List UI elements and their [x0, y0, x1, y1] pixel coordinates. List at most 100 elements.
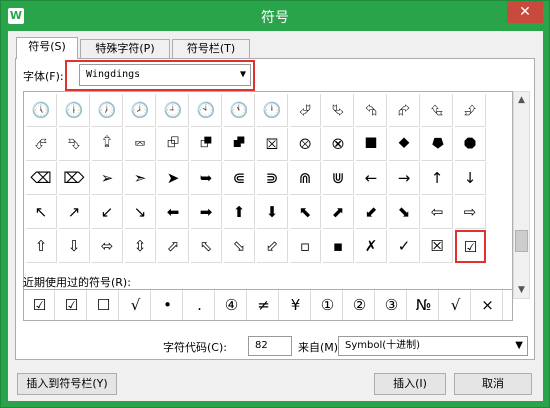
symbol-cell[interactable]: ⮸ [92, 128, 123, 161]
recent-symbol-cell[interactable]: ④ [217, 290, 247, 320]
recent-symbol-cell[interactable]: × [473, 290, 503, 320]
insert-button[interactable]: 插入(I) [374, 373, 446, 395]
symbol-cell[interactable]: ⬁ [191, 230, 222, 263]
symbol-cell[interactable]: ↗ [59, 196, 90, 229]
symbol-cell[interactable]: ➢ [92, 162, 123, 195]
symbol-cell[interactable]: ⮻ [191, 128, 222, 161]
symbol-cell[interactable]: ⬇ [257, 196, 288, 229]
symbol-cell[interactable]: ⋑ [257, 162, 288, 195]
recent-symbol-cell[interactable]: √ [121, 290, 151, 320]
symbol-cell[interactable]: ⬀ [158, 230, 189, 263]
symbol-cell[interactable]: ⮷ [59, 128, 90, 161]
symbol-cell[interactable]: ⮼ [224, 128, 255, 161]
recent-symbol-cell[interactable]: √ [441, 290, 471, 320]
symbol-cell[interactable]: ⬂ [224, 230, 255, 263]
symbol-cell[interactable]: ⮽ [257, 128, 288, 161]
grid-scrollbar[interactable]: ▲ ▼ [513, 91, 530, 299]
symbol-grid[interactable]: 🕔 🕕 🕖 🕗 🕘 🕙 🕚 🕛 ⮰ ⮱ ⮲ ⮳ ⮴ ⮵ ⮶ ⮷ ⮸ ⮹ ⮺ ⮻ ⮼ ⮽ ⮾ ⮿ ⯀ ⯁ ⯂ ⯃ ⌫ ⌦ ➢ ➣ ➤ ➥ ⋐ ⋑ ⋒ ⋓ ← →… [23, 91, 513, 299]
recent-symbol-cell[interactable]: ① [313, 290, 343, 320]
cancel-button[interactable]: 取消 [454, 373, 532, 395]
recent-symbol-cell[interactable]: ③ [377, 290, 407, 320]
symbol-cell[interactable]: ⯃ [455, 128, 486, 161]
symbol-cell[interactable]: ⮳ [389, 94, 420, 127]
tab-symbol-bar[interactable]: 符号栏(T) [172, 39, 250, 59]
symbol-cell[interactable]: ➤ [158, 162, 189, 195]
symbol-cell[interactable]: 🕖 [92, 94, 123, 127]
symbol-cell[interactable]: ← [356, 162, 387, 195]
symbol-cell[interactable]: ⋓ [323, 162, 354, 195]
close-button[interactable]: ✕ [507, 1, 543, 23]
symbol-cell[interactable]: ⮹ [125, 128, 156, 161]
symbol-cell[interactable]: 🕕 [59, 94, 90, 127]
tab-special-chars[interactable]: 特殊字符(P) [80, 39, 170, 59]
char-code-input[interactable]: 82 [248, 336, 292, 356]
symbol-cell[interactable]: ⇳ [125, 230, 156, 263]
symbol-cell[interactable]: ⮺ [158, 128, 189, 161]
symbol-cell[interactable]: ⮰ [290, 94, 321, 127]
symbol-cell[interactable]: ⇨ [455, 196, 486, 229]
tab-symbols[interactable]: 符号(S) [16, 37, 78, 59]
scroll-thumb[interactable] [515, 230, 528, 252]
symbol-cell[interactable]: 🕛 [257, 94, 288, 127]
recent-symbol-cell[interactable]: № [409, 290, 439, 320]
from-select[interactable]: Symbol(十进制) ▼ [338, 336, 528, 356]
symbol-cell[interactable]: ↖ [26, 196, 57, 229]
symbol-cell[interactable]: ⮾ [290, 128, 321, 161]
symbol-cell[interactable]: 🕙 [191, 94, 222, 127]
symbol-cell[interactable]: ⯁ [389, 128, 420, 161]
recent-symbol-cell[interactable]: ☑ [25, 290, 55, 320]
recent-symbol-cell[interactable]: ☐ [89, 290, 119, 320]
symbol-cell[interactable]: ➥ [191, 162, 222, 195]
symbol-cell[interactable]: ⇦ [422, 196, 453, 229]
symbol-cell[interactable]: ➣ [125, 162, 156, 195]
insert-to-bar-button[interactable]: 插入到符号栏(Y) [17, 373, 117, 395]
recent-symbol-cell[interactable]: ☑ [57, 290, 87, 320]
symbol-cell[interactable]: ⬈ [323, 196, 354, 229]
symbol-cell[interactable]: 🕚 [224, 94, 255, 127]
symbol-cell-selected[interactable]: ☑ [455, 230, 486, 263]
scroll-down-icon[interactable]: ▼ [514, 282, 529, 298]
symbol-cell[interactable]: ⬅ [158, 196, 189, 229]
symbol-cell[interactable]: ⋒ [290, 162, 321, 195]
symbol-cell[interactable]: ⯂ [422, 128, 453, 161]
symbol-cell[interactable]: ⋐ [224, 162, 255, 195]
symbol-cell[interactable]: ▪ [323, 230, 354, 263]
symbol-cell[interactable]: ☒ [422, 230, 453, 263]
recent-symbol-cell[interactable]: . [185, 290, 215, 320]
symbol-cell[interactable]: ⌫ [26, 162, 57, 195]
symbol-cell[interactable]: ⮿ [323, 128, 354, 161]
symbol-cell[interactable]: ⬃ [257, 230, 288, 263]
symbol-cell[interactable]: ⬊ [389, 196, 420, 229]
symbol-cell[interactable]: ⮶ [26, 128, 57, 161]
symbol-cell[interactable]: ✗ [356, 230, 387, 263]
symbol-cell[interactable]: ↑ [422, 162, 453, 195]
scroll-up-icon[interactable]: ▲ [514, 92, 529, 108]
symbol-cell[interactable]: ⮵ [455, 94, 486, 127]
symbol-cell[interactable]: ⇩ [59, 230, 90, 263]
symbol-cell[interactable]: ⬋ [356, 196, 387, 229]
recent-symbol-cell[interactable]: ¥ [281, 290, 311, 320]
recent-symbol-cell[interactable]: ≠ [249, 290, 279, 320]
recent-symbols[interactable]: ☑ ☑ ☐ √ •. ④ ≠ ¥ ① ② ③ № √ × [23, 289, 513, 321]
symbol-cell[interactable]: ⌦ [59, 162, 90, 195]
symbol-cell[interactable]: ▫ [290, 230, 321, 263]
symbol-cell[interactable]: ⬄ [92, 230, 123, 263]
symbol-cell[interactable]: ⬉ [290, 196, 321, 229]
symbol-cell[interactable]: ⇧ [26, 230, 57, 263]
symbol-cell[interactable]: ↙ [92, 196, 123, 229]
recent-symbol-cell[interactable]: ② [345, 290, 375, 320]
symbol-cell[interactable]: ⬆ [224, 196, 255, 229]
symbol-cell[interactable]: 🕗 [125, 94, 156, 127]
symbol-cell[interactable]: → [389, 162, 420, 195]
symbol-cell[interactable]: ⮲ [356, 94, 387, 127]
symbol-cell[interactable]: ⮱ [323, 94, 354, 127]
symbol-cell[interactable]: ⮴ [422, 94, 453, 127]
symbol-cell[interactable]: ↘ [125, 196, 156, 229]
symbol-cell[interactable]: ⯀ [356, 128, 387, 161]
symbol-cell[interactable]: ↓ [455, 162, 486, 195]
symbol-cell[interactable]: ➡ [191, 196, 222, 229]
symbol-cell[interactable]: 🕔 [26, 94, 57, 127]
symbol-cell[interactable]: 🕘 [158, 94, 189, 127]
recent-symbol-cell[interactable]: • [153, 290, 183, 320]
symbol-cell[interactable]: ✓ [389, 230, 420, 263]
